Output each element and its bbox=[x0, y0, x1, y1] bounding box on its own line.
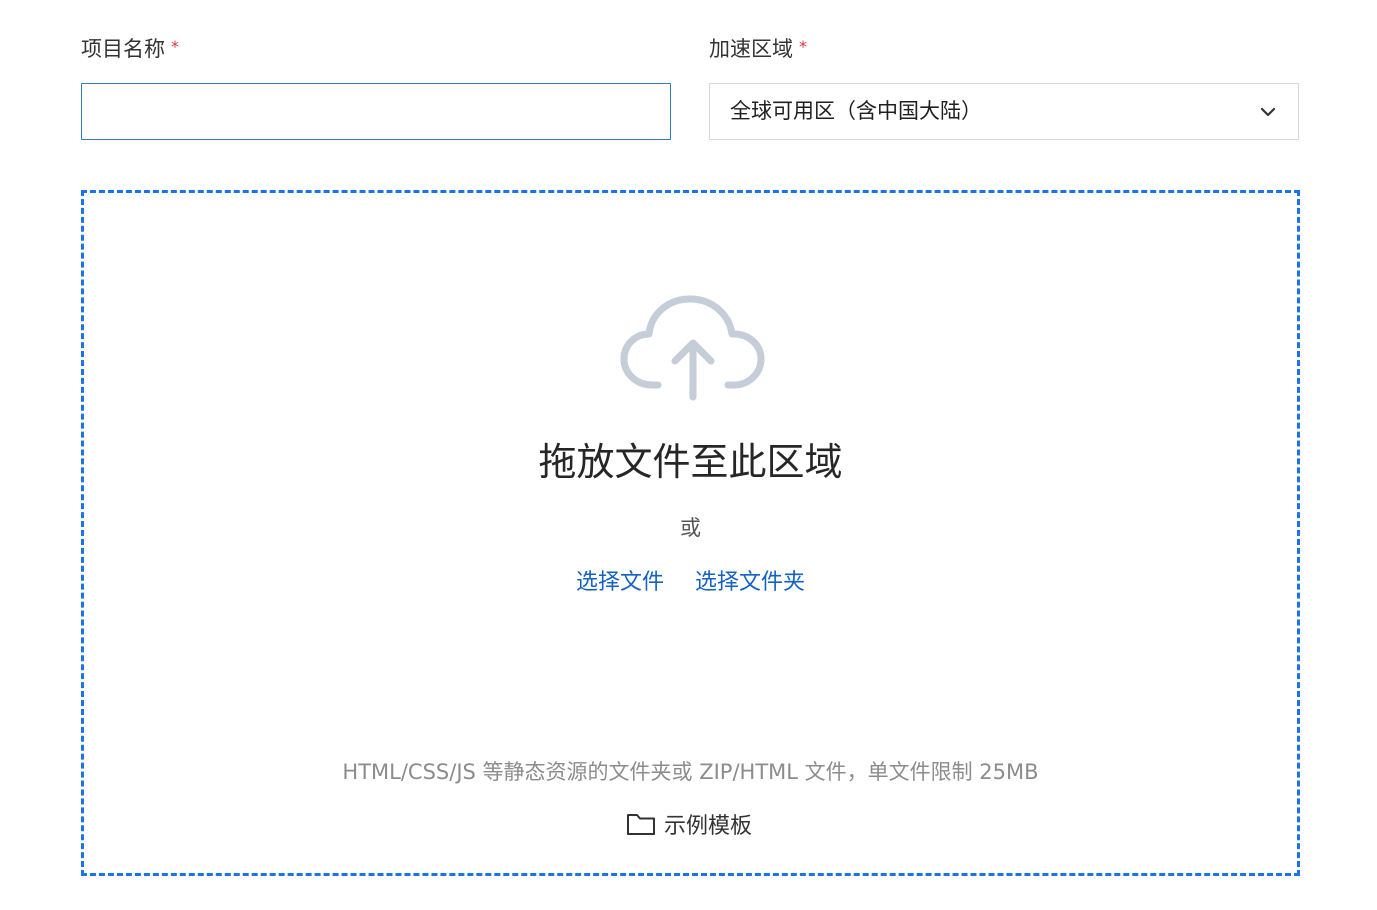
select-file-link[interactable]: 选择文件 bbox=[576, 570, 664, 595]
or-separator: 或 bbox=[680, 516, 701, 540]
required-mark: * bbox=[171, 37, 179, 56]
region-label: 加速区域 * bbox=[709, 32, 807, 64]
upload-hint: HTML/CSS/JS 等静态资源的文件夹或 ZIP/HTML 文件，单文件限制… bbox=[342, 760, 1039, 784]
project-name-label: 项目名称 * bbox=[81, 32, 179, 64]
example-template-label: 示例模板 bbox=[664, 814, 753, 839]
project-name-label-text: 项目名称 bbox=[81, 37, 165, 61]
form-row: 项目名称 * 加速区域 * 全球可用区（含中国大陆） bbox=[0, 0, 1377, 160]
project-name-input[interactable] bbox=[81, 83, 671, 140]
chevron-down-icon bbox=[1260, 107, 1276, 117]
cloud-upload-icon bbox=[620, 295, 765, 401]
drop-zone-title: 拖放文件至此区域 bbox=[538, 440, 843, 484]
folder-icon bbox=[627, 814, 655, 835]
select-links: 选择文件 选择文件夹 bbox=[84, 568, 1297, 598]
required-mark: * bbox=[799, 37, 807, 56]
example-template-link[interactable]: 示例模板 bbox=[626, 809, 752, 839]
select-folder-link[interactable]: 选择文件夹 bbox=[695, 570, 805, 595]
region-label-text: 加速区域 bbox=[709, 37, 793, 61]
region-select-value: 全球可用区（含中国大陆） bbox=[730, 99, 982, 123]
region-select[interactable]: 全球可用区（含中国大陆） bbox=[709, 83, 1299, 140]
file-drop-zone[interactable]: 拖放文件至此区域 或 选择文件 选择文件夹 HTML/CSS/JS 等静态资源的… bbox=[81, 190, 1300, 876]
